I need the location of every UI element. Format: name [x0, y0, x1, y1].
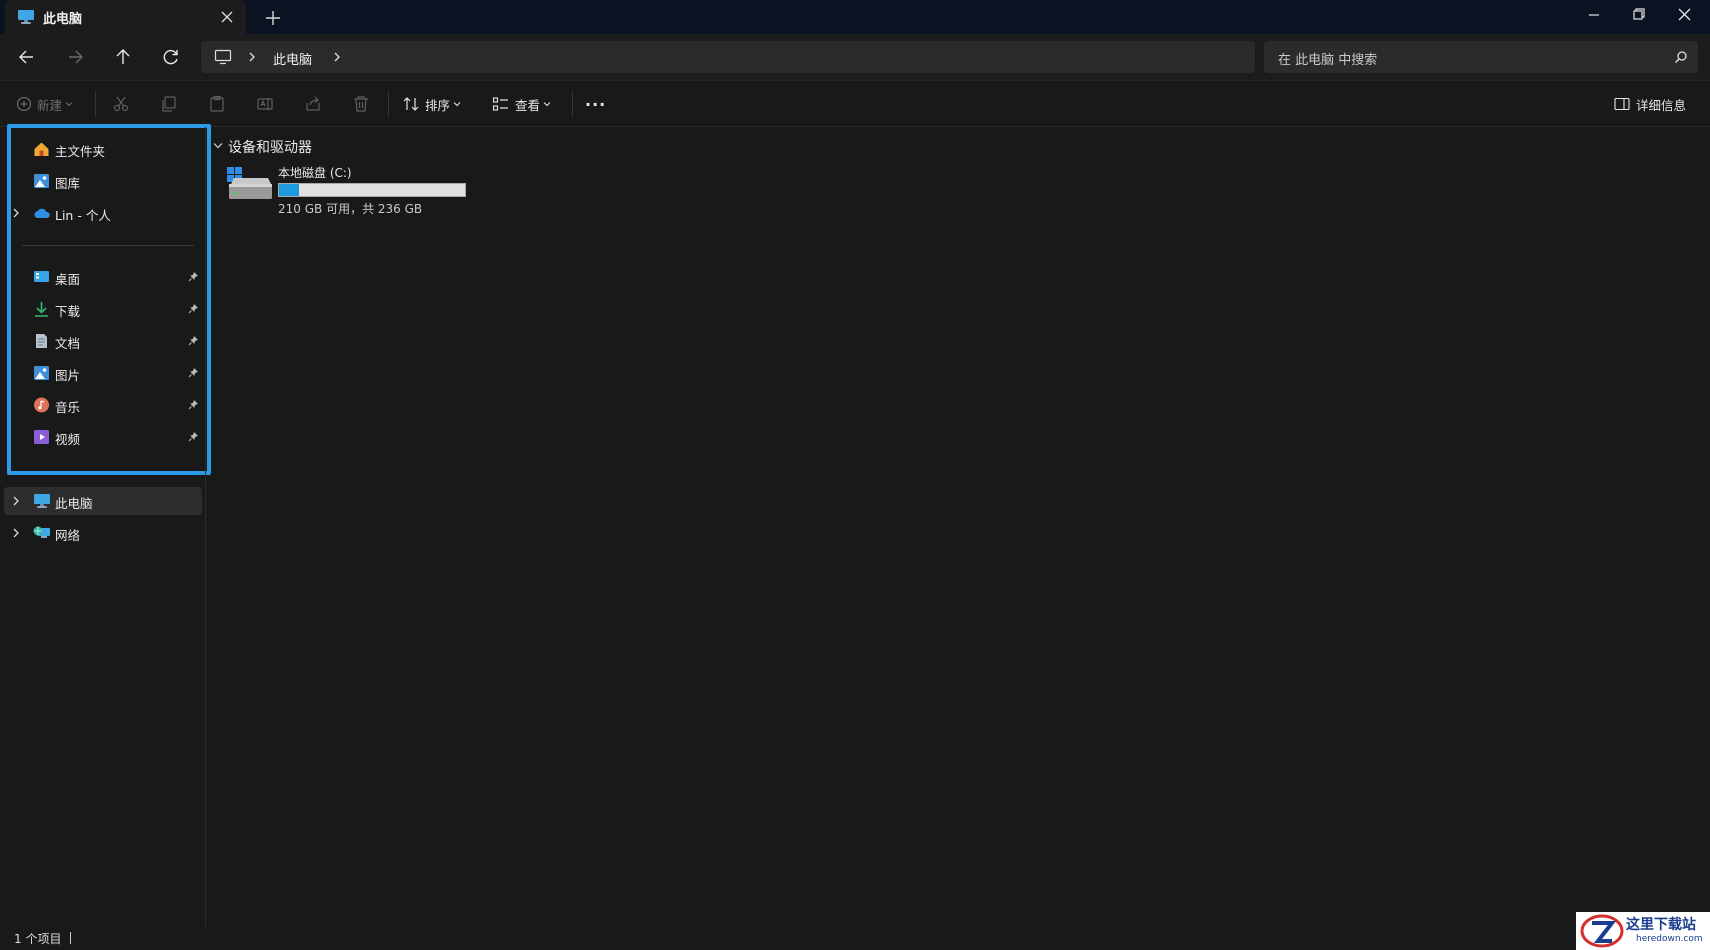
monitor-icon — [17, 9, 35, 25]
view-icon — [492, 96, 510, 112]
share-icon[interactable] — [304, 91, 322, 117]
monitor-icon — [33, 493, 51, 509]
restore-icon[interactable] — [1615, 0, 1661, 30]
status-divider — [70, 932, 71, 944]
cut-icon[interactable] — [112, 91, 130, 117]
title-bar: 此电脑 — [0, 0, 1710, 34]
plus-circle-icon — [16, 96, 32, 112]
details-pane-icon — [1614, 97, 1630, 111]
sort-label: 排序 — [425, 97, 451, 113]
close-icon[interactable] — [217, 7, 237, 27]
chevron-down-icon — [212, 141, 224, 151]
new-label: 新建 — [37, 97, 63, 113]
chevron-down-icon — [65, 100, 73, 108]
chevron-down-icon — [453, 100, 461, 108]
more-options-button[interactable]: ··· — [585, 91, 606, 117]
copy-icon[interactable] — [160, 91, 178, 117]
drive-usage-bar — [278, 183, 466, 197]
watermark-logo-icon — [1580, 914, 1624, 948]
search-box[interactable]: 在 此电脑 中搜索 — [1264, 41, 1698, 73]
chevron-right-icon[interactable] — [11, 527, 21, 539]
sidebar-item-network[interactable]: 网络 — [0, 519, 202, 547]
view-button[interactable]: 查看 — [492, 91, 558, 117]
sidebar-item-label: 此电脑 — [55, 496, 93, 511]
new-tab-button[interactable] — [262, 7, 284, 29]
forward-arrow-icon[interactable] — [60, 42, 90, 72]
chevron-right-icon[interactable] — [331, 51, 343, 63]
chevron-right-icon[interactable] — [246, 51, 258, 63]
drive-free-space: 210 GB 可用，共 236 GB — [278, 202, 423, 216]
search-input[interactable]: 在 此电脑 中搜索 — [1278, 49, 1377, 68]
command-bar: 新建 排序 查看 ··· 详细信息 — [0, 80, 1710, 127]
details-pane-button[interactable]: 详细信息 — [1614, 91, 1704, 117]
toolbar-divider — [572, 91, 573, 117]
navigation-bar: 此电脑 在 此电脑 中搜索 — [0, 34, 1710, 80]
watermark-text: 这里下载站 — [1626, 917, 1696, 933]
back-arrow-icon[interactable] — [12, 42, 42, 72]
view-label: 查看 — [515, 97, 541, 113]
watermark-url: heredown.com — [1636, 934, 1703, 944]
item-count: 1 个项目 — [14, 932, 62, 946]
details-label: 详细信息 — [1636, 97, 1687, 113]
rename-icon[interactable] — [256, 91, 274, 117]
sort-icon — [402, 96, 420, 112]
breadcrumb[interactable]: 此电脑 — [273, 49, 312, 68]
chevron-right-icon[interactable] — [11, 495, 21, 507]
toolbar-divider — [95, 91, 96, 117]
status-bar: 1 个项目 — [0, 927, 1710, 950]
address-bar[interactable]: 此电脑 — [201, 41, 1255, 73]
quick-access-highlight — [7, 124, 211, 475]
network-icon — [33, 525, 51, 541]
chevron-down-icon — [543, 100, 551, 108]
new-button[interactable]: 新建 — [16, 91, 82, 117]
sidebar-item-label: 网络 — [55, 528, 81, 543]
paste-icon[interactable] — [208, 91, 226, 117]
sort-button[interactable]: 排序 — [402, 91, 468, 117]
section-header[interactable]: 设备和驱动器 — [213, 137, 312, 157]
section-title: 设备和驱动器 — [228, 140, 312, 156]
up-arrow-icon[interactable] — [108, 42, 138, 72]
tab-label: 此电脑 — [43, 12, 83, 27]
delete-icon[interactable] — [352, 91, 370, 117]
window-close-icon[interactable] — [1661, 0, 1707, 30]
drive-icon — [226, 166, 272, 204]
search-icon — [1674, 50, 1688, 64]
pane-divider — [205, 127, 206, 927]
toolbar-divider — [388, 91, 389, 117]
minimize-icon[interactable] — [1571, 0, 1617, 30]
drive-name: 本地磁盘 (C:) — [278, 166, 352, 180]
tab-this-pc[interactable]: 此电脑 — [5, 0, 246, 34]
monitor-icon — [214, 49, 232, 65]
refresh-icon[interactable] — [156, 42, 186, 72]
watermark: 这里下载站 heredown.com — [1576, 912, 1710, 950]
sidebar-item-this-pc[interactable]: 此电脑 — [4, 487, 202, 515]
drive-usage-fill — [279, 184, 299, 196]
